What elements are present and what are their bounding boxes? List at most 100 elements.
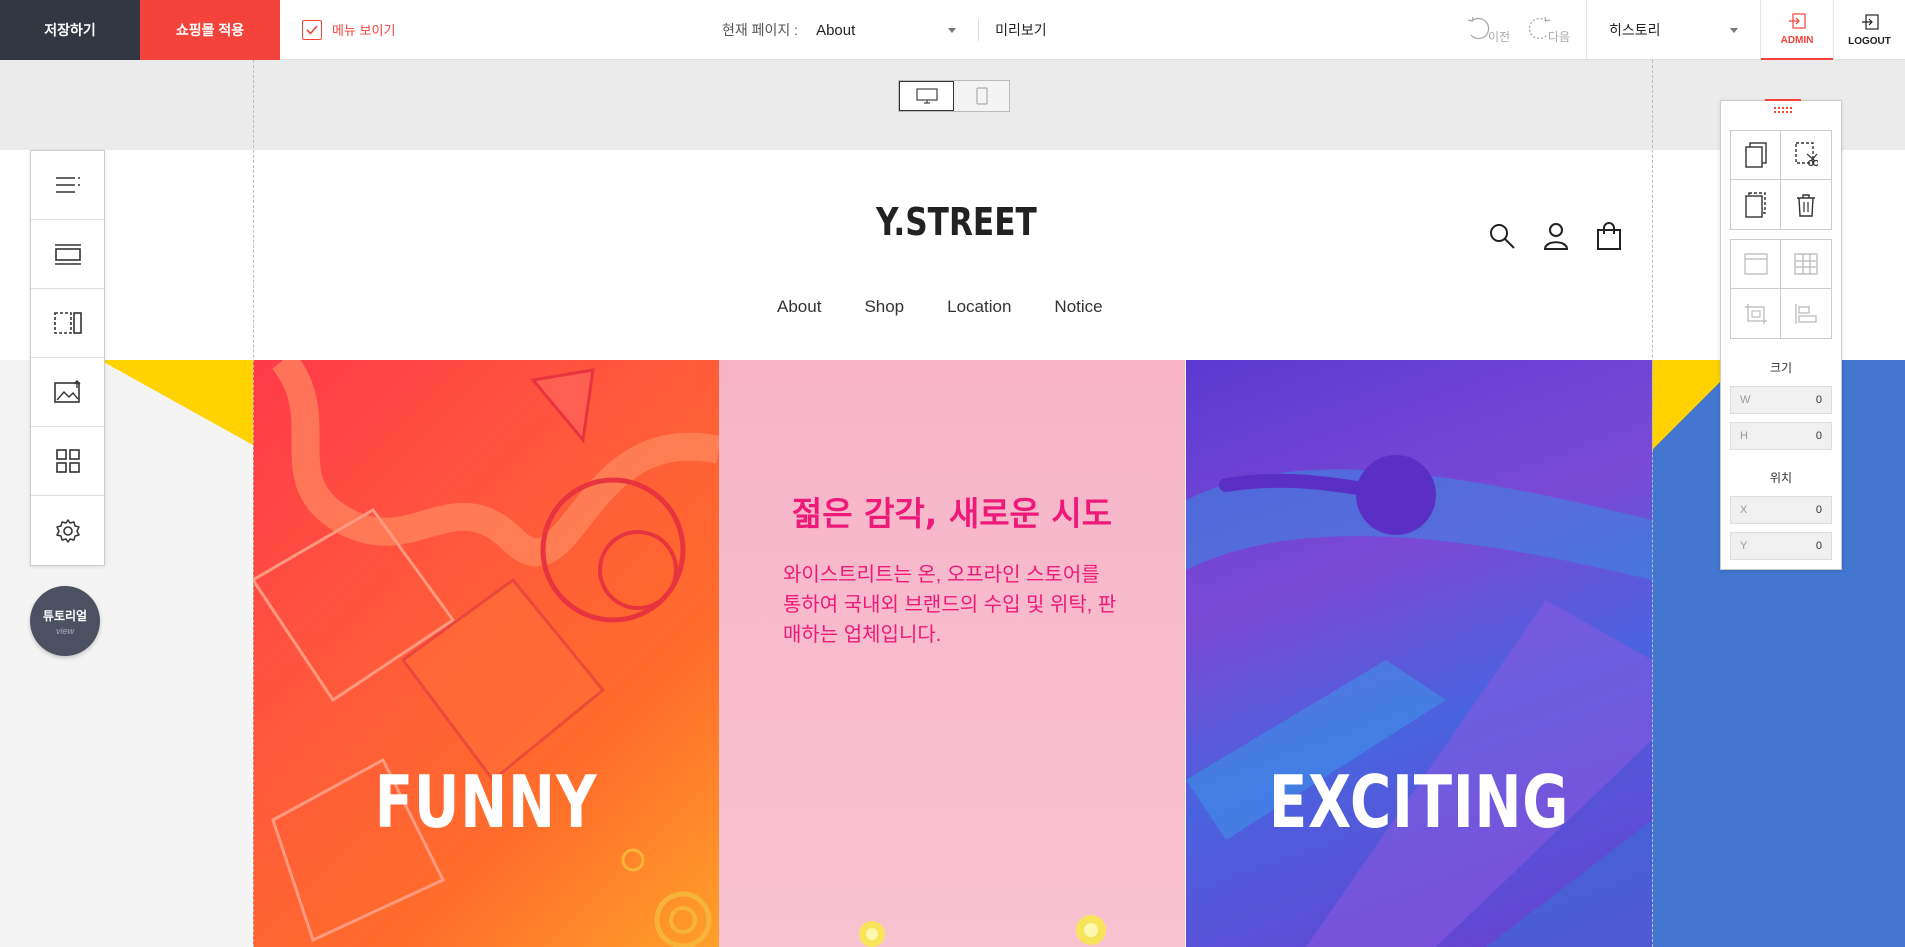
crop-layout-icon	[1744, 303, 1767, 324]
site-logo[interactable]: Y.STREET	[876, 200, 1037, 244]
current-page-selector: 현재 페이지 : About 미리보기	[722, 0, 1047, 60]
grid-icon	[55, 449, 80, 473]
abstract-pattern-decor	[253, 360, 719, 947]
trash-icon	[1797, 193, 1815, 217]
desktop-view-button[interactable]	[899, 81, 954, 111]
checkbox-checked-icon[interactable]	[302, 19, 322, 40]
skateboard-wheels-decor	[859, 915, 1106, 947]
apply-to-shop-button[interactable]: 쇼핑몰 적용	[140, 0, 280, 60]
history-label: 히스토리	[1609, 22, 1661, 38]
copy-icon	[1744, 142, 1767, 168]
height-field[interactable]: H 0	[1730, 422, 1832, 450]
mobile-icon	[975, 87, 988, 105]
left-toolbar	[30, 150, 105, 566]
logout-icon	[1861, 13, 1879, 30]
y-field-label: Y	[1740, 540, 1748, 552]
section-layout-icon	[1743, 253, 1768, 275]
header-icons	[1488, 222, 1622, 250]
menu-visible-toggle[interactable]: 메뉴 보이기	[302, 19, 395, 40]
menu-list-icon	[55, 177, 80, 193]
properties-panel: 크기 W 0 H 0 위치 X 0 Y 0	[1720, 99, 1842, 570]
page-select-value: About	[816, 21, 856, 39]
device-toggle	[898, 80, 1010, 112]
cut-icon	[1795, 142, 1818, 167]
admin-button[interactable]: ADMIN	[1761, 0, 1833, 60]
table-layout-button[interactable]	[1781, 240, 1831, 289]
widget-tool[interactable]	[31, 427, 104, 496]
section-layout-button[interactable]	[1731, 240, 1781, 289]
logout-label: LOGOUT	[1848, 35, 1891, 47]
redo-label: 다음	[1548, 29, 1571, 44]
copy-button[interactable]	[1731, 131, 1781, 180]
image-tool[interactable]	[31, 358, 104, 427]
admin-label: ADMIN	[1780, 34, 1814, 46]
settings-tool[interactable]	[31, 496, 104, 565]
section-tool[interactable]	[31, 220, 104, 289]
preview-link[interactable]: 미리보기	[995, 20, 1047, 40]
x-field-value[interactable]: 0	[1816, 504, 1822, 516]
save-button[interactable]: 저장하기	[0, 0, 140, 60]
edit-tools-grid	[1730, 130, 1832, 230]
size-section-label: 크기	[1769, 361, 1793, 375]
layout-guide-left	[253, 60, 254, 947]
menu-tool[interactable]	[31, 151, 104, 220]
crop-layout-button[interactable]	[1731, 289, 1781, 338]
x-field[interactable]: X 0	[1730, 496, 1832, 524]
exciting-heading: EXCITING	[1268, 760, 1570, 844]
width-field-value[interactable]: 0	[1816, 394, 1822, 406]
position-section-label: 위치	[1769, 471, 1793, 485]
height-field-value[interactable]: 0	[1816, 430, 1822, 442]
login-icon	[1789, 12, 1806, 29]
site-nav: About Shop Location Notice	[777, 297, 1146, 317]
logout-button[interactable]: LOGOUT	[1833, 0, 1905, 60]
nav-item-shop[interactable]: Shop	[864, 297, 904, 317]
divider	[978, 19, 980, 41]
tutorial-title: 튜토리얼	[42, 608, 88, 623]
table-layout-icon	[1794, 253, 1818, 275]
y-field-value[interactable]: 0	[1816, 540, 1822, 552]
nav-item-about[interactable]: About	[777, 297, 821, 317]
tutorial-button[interactable]: 튜토리얼 view	[30, 586, 100, 656]
column-tool[interactable]	[31, 289, 104, 358]
layout-tools-grid	[1730, 239, 1832, 339]
image-upload-icon	[53, 380, 80, 403]
drag-dots-icon	[1774, 107, 1792, 113]
page-select-dropdown[interactable]: About	[816, 21, 957, 39]
funny-panel[interactable]: FUNNY	[253, 360, 719, 947]
split-column-icon	[53, 312, 82, 334]
drag-handle[interactable]	[1765, 99, 1801, 119]
delete-button[interactable]	[1781, 180, 1831, 229]
width-field-label: W	[1740, 394, 1751, 406]
paste-button[interactable]	[1731, 180, 1781, 229]
section-icon	[54, 244, 81, 265]
nav-item-notice[interactable]: Notice	[1054, 297, 1102, 317]
tutorial-sub: view	[55, 625, 74, 636]
x-field-label: X	[1740, 504, 1748, 516]
exciting-panel[interactable]: EXCITING	[1186, 360, 1652, 947]
width-field[interactable]: W 0	[1730, 386, 1832, 414]
desktop-icon	[915, 88, 938, 104]
user-icon[interactable]	[1542, 222, 1570, 250]
top-toolbar: 저장하기 쇼핑몰 적용 메뉴 보이기 현재 페이지 : About 미리보기 이…	[0, 0, 1905, 60]
paste-icon	[1744, 191, 1766, 218]
layout-guide-right	[1652, 60, 1653, 947]
shopping-bag-icon[interactable]	[1596, 222, 1622, 250]
chevron-down-icon	[1730, 27, 1738, 33]
cut-button[interactable]	[1781, 131, 1831, 180]
nav-item-location[interactable]: Location	[947, 297, 1011, 317]
graffiti-pattern-decor	[1186, 455, 1652, 947]
y-field[interactable]: Y 0	[1730, 532, 1832, 560]
gear-icon	[55, 518, 80, 543]
undo-button[interactable]: 이전	[1462, 12, 1510, 46]
align-layout-button[interactable]	[1781, 289, 1831, 338]
site-header	[0, 150, 1905, 360]
intro-panel[interactable]: 젊은 감각, 새로운 시도 와이스트리트는 온, 오프라인 스토어를 통하여 국…	[719, 360, 1185, 947]
history-dropdown[interactable]: 히스토리	[1586, 0, 1761, 60]
search-icon[interactable]	[1488, 222, 1516, 250]
chevron-down-icon	[948, 27, 957, 33]
mobile-view-button[interactable]	[954, 81, 1009, 111]
undo-label: 이전	[1488, 29, 1511, 44]
funny-heading: FUNNY	[374, 760, 598, 844]
redo-button[interactable]: 다음	[1522, 12, 1570, 46]
current-page-label: 현재 페이지 :	[722, 22, 799, 38]
